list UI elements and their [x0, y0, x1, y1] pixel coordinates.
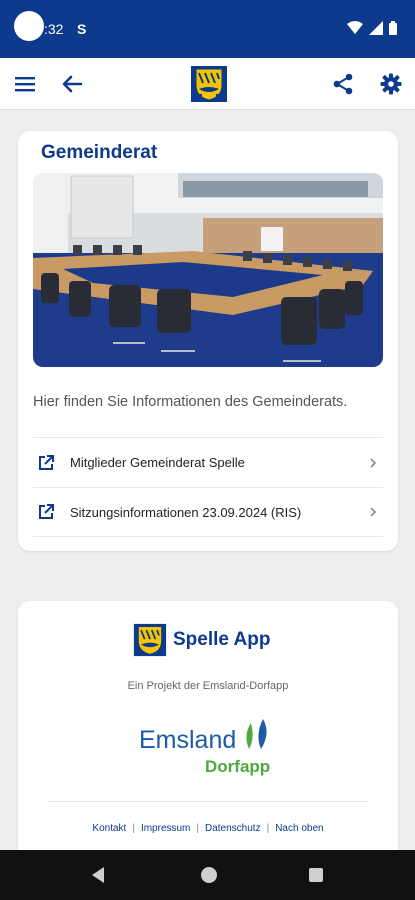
chevron-right-icon [370, 457, 377, 468]
separator: | [266, 823, 270, 834]
separator: | [196, 823, 199, 834]
menu-icon [15, 77, 35, 92]
notification-icon: S [77, 21, 87, 37]
footer-link-impressum[interactable]: Impressum [141, 823, 190, 834]
external-link-icon [39, 454, 54, 470]
share-icon [333, 73, 353, 95]
status-icons [347, 21, 397, 35]
link-members[interactable]: Mitglieder Gemeinderat Spelle [33, 437, 383, 487]
emsland-dorfapp-logo[interactable]: Emsland Dorfapp [139, 715, 279, 777]
back-button[interactable] [58, 70, 86, 98]
footer-link-datenschutz[interactable]: Datenschutz [205, 823, 261, 834]
menu-button[interactable] [11, 70, 39, 98]
card-title: Gemeinderat [41, 142, 158, 163]
separator: | [132, 823, 135, 834]
logo-word-emsland: Emsland [139, 726, 236, 754]
camera-cutout [14, 11, 44, 41]
wifi-icon [347, 21, 363, 34]
app-bar [0, 58, 415, 110]
footer-link-kontakt[interactable]: Kontakt [92, 823, 126, 834]
link-session-info[interactable]: Sitzungsinformationen 23.09.2024 (RIS) [33, 487, 383, 537]
footer-divider [48, 801, 368, 802]
nav-back-icon[interactable] [89, 865, 107, 885]
nav-recents-icon[interactable] [307, 865, 325, 885]
footer-card: Spelle App Ein Projekt der Emsland-Dorfa… [18, 601, 398, 861]
footer-brand: Spelle App [133, 623, 270, 657]
settings-button[interactable] [377, 70, 405, 98]
nav-home-icon[interactable] [199, 865, 219, 885]
footer-subtitle: Ein Projekt der Emsland-Dorfapp [127, 680, 289, 692]
footer-links: Kontakt | Impressum | Datenschutz | Nach oben [18, 823, 398, 834]
logo-word-dorfapp: Dorfapp [205, 757, 270, 776]
gear-icon [380, 73, 402, 95]
battery-icon [389, 21, 397, 35]
link-label: Sitzungsinformationen 23.09.2024 (RIS) [70, 504, 302, 520]
coat-of-arms-logo [133, 623, 167, 657]
council-chamber-image [33, 173, 383, 367]
council-card: Gemeinderat Hier finden Sie Informatione… [18, 131, 398, 551]
footer-link-nach-oben[interactable]: Nach oben [275, 823, 323, 834]
status-time: :32 [44, 21, 64, 37]
status-bar: :32 S [0, 0, 415, 58]
back-arrow-icon [62, 75, 83, 93]
external-link-icon [39, 504, 54, 519]
card-description: Hier finden Sie Informationen des Gemein… [33, 394, 348, 410]
signal-icon [369, 21, 383, 35]
coat-of-arms-logo[interactable] [190, 65, 228, 103]
chevron-right-icon [370, 507, 377, 517]
footer-brand-name: Spelle App [173, 629, 271, 650]
system-nav-bar [0, 850, 415, 900]
share-button[interactable] [329, 70, 357, 98]
link-label: Mitglieder Gemeinderat Spelle [70, 455, 245, 470]
